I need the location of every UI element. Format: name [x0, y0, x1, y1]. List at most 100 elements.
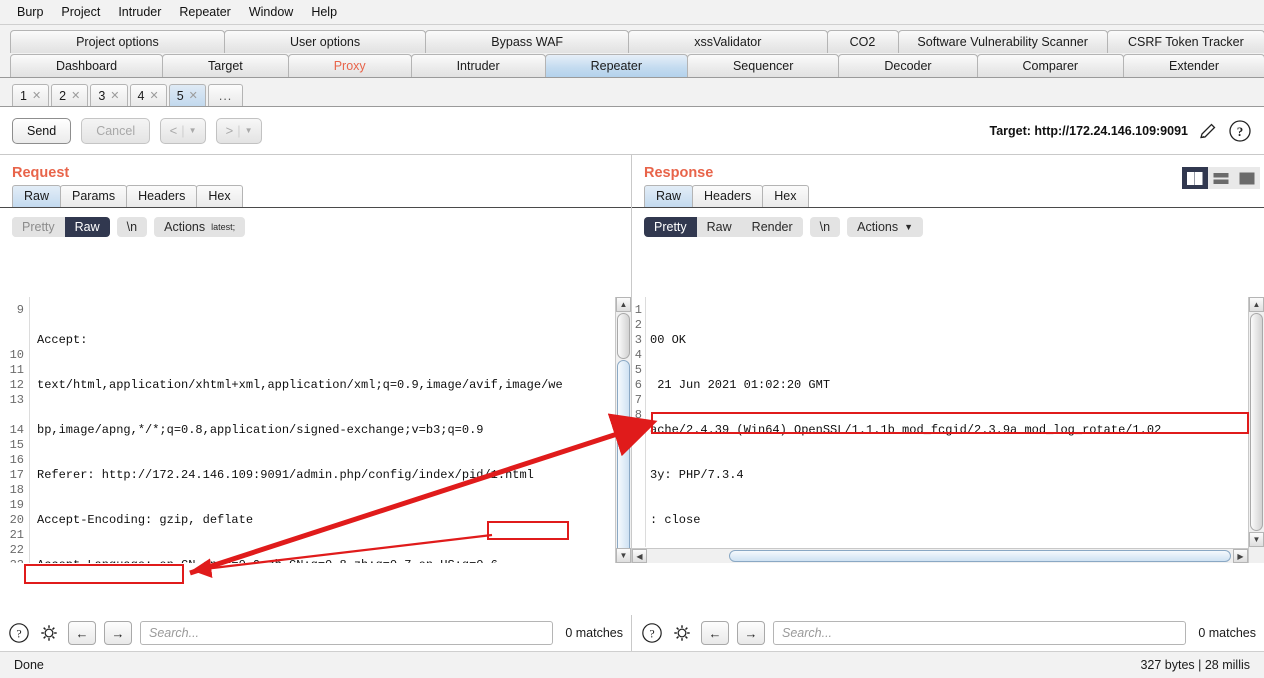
single-pane-icon[interactable]: [1234, 167, 1260, 189]
repeater-tab-3[interactable]: 3 ✕: [90, 84, 128, 106]
response-line: : close: [650, 513, 701, 527]
response-tab-hex[interactable]: Hex: [762, 185, 809, 207]
tab-xssvalidator[interactable]: xssValidator: [628, 30, 828, 53]
search-next-button[interactable]: →: [737, 621, 765, 645]
question-icon[interactable]: ?: [8, 622, 30, 644]
scroll-right-icon[interactable]: ▶: [1233, 549, 1248, 563]
tab-project-options[interactable]: Project options: [10, 30, 225, 53]
repeater-tab-2[interactable]: 2 ✕: [51, 84, 89, 106]
question-icon[interactable]: ?: [1228, 119, 1252, 143]
request-line: Referer: http://172.24.146.109:9091/admi…: [37, 468, 534, 482]
close-icon[interactable]: ✕: [32, 89, 41, 102]
arrow-left-icon: ←: [75, 625, 89, 641]
close-icon[interactable]: ✕: [149, 89, 158, 102]
request-tab-params[interactable]: Params: [60, 185, 128, 207]
tab-intruder[interactable]: Intruder: [410, 54, 546, 77]
search-prev-button[interactable]: ←: [68, 621, 96, 645]
search-prev-button[interactable]: ←: [701, 621, 729, 645]
tab-repeater[interactable]: Repeater: [544, 54, 688, 77]
response-tab-headers[interactable]: Headers: [692, 185, 764, 207]
response-actions-button[interactable]: Actions ▼: [847, 217, 924, 237]
menu-item-intruder[interactable]: Intruder: [109, 2, 170, 22]
cancel-button[interactable]: Cancel: [81, 117, 151, 144]
request-pretty-option[interactable]: Pretty: [12, 217, 65, 237]
scroll-down-icon[interactable]: ▼: [616, 548, 631, 563]
split-horizontal-icon[interactable]: [1208, 167, 1234, 189]
response-search-input[interactable]: Search...: [773, 621, 1187, 645]
repeater-tab-1[interactable]: 1 ✕: [12, 84, 50, 106]
response-vertical-scrollbar[interactable]: ▲ ▼: [1248, 297, 1264, 563]
scroll-up-icon[interactable]: ▲: [616, 297, 631, 312]
request-tab-headers[interactable]: Headers: [126, 185, 198, 207]
scroll-thumb[interactable]: [1250, 313, 1263, 531]
tab-bypass-waf[interactable]: Bypass WAF: [425, 30, 630, 53]
response-raw-option[interactable]: Raw: [696, 217, 742, 237]
request-code-area[interactable]: 9 10 11 12 13 14 15 16 17 18 19 20 21 22…: [0, 297, 615, 563]
line-number: 22: [9, 543, 24, 557]
request-newline-toggle[interactable]: \n: [116, 217, 148, 237]
request-tab-raw[interactable]: Raw: [12, 185, 62, 207]
response-line: ache/2.4.39 (Win64) OpenSSL/1.1.1b mod_f…: [650, 423, 1162, 437]
scroll-up-icon[interactable]: ▲: [1249, 297, 1264, 312]
repeater-tab-5[interactable]: 5 ✕: [168, 84, 206, 106]
scroll-thumb[interactable]: [729, 550, 1231, 562]
repeater-tab-label: 2: [59, 88, 67, 103]
line-number: 12: [9, 378, 24, 392]
back-button[interactable]: < | ▼: [160, 117, 207, 144]
menu-item-repeater[interactable]: Repeater: [170, 2, 239, 22]
question-icon[interactable]: ?: [641, 622, 663, 644]
send-button[interactable]: Send: [12, 117, 72, 144]
tab-csrf-token-tracker[interactable]: CSRF Token Tracker: [1106, 30, 1264, 53]
request-editor[interactable]: 9 10 11 12 13 14 15 16 17 18 19 20 21 22…: [0, 297, 631, 563]
tab-software-vulnerability-scanner[interactable]: Software Vulnerability Scanner: [897, 30, 1108, 53]
gear-icon[interactable]: [38, 622, 60, 644]
request-body-text[interactable]: Accept: text/html,application/xhtml+xml,…: [30, 297, 615, 563]
line-number: 17: [9, 468, 24, 482]
close-icon[interactable]: ✕: [110, 89, 119, 102]
close-icon[interactable]: ✕: [71, 89, 80, 102]
repeater-tab-overflow[interactable]: ...: [207, 84, 244, 106]
menu-item-project[interactable]: Project: [52, 2, 109, 22]
gear-icon[interactable]: [671, 622, 693, 644]
response-horizontal-scrollbar[interactable]: ◀ ▶: [632, 548, 1248, 563]
request-line: text/html,application/xhtml+xml,applicat…: [37, 378, 563, 392]
response-editor[interactable]: 1 2 3 4 5 6 7 8 9 00 OK 21 Jun 2021 01:0…: [632, 297, 1264, 563]
menu-item-help[interactable]: Help: [302, 2, 346, 22]
response-line-numbers: 1 2 3 4 5 6 7 8 9: [632, 297, 646, 547]
scroll-left-icon[interactable]: ◀: [632, 549, 647, 563]
chevron-down-icon[interactable]: ▼: [189, 126, 197, 135]
pencil-icon[interactable]: [1198, 121, 1218, 141]
forward-button[interactable]: > | ▼: [216, 117, 263, 144]
tab-proxy[interactable]: Proxy: [287, 54, 412, 77]
repeater-tab-4[interactable]: 4 ✕: [129, 84, 167, 106]
tab-extender[interactable]: Extender: [1123, 54, 1264, 77]
scroll-thumb-upper[interactable]: [617, 313, 630, 359]
tab-comparer[interactable]: Comparer: [976, 54, 1125, 77]
scroll-thumb[interactable]: [617, 360, 630, 563]
tab-user-options[interactable]: User options: [223, 30, 427, 53]
tab-co2[interactable]: CO2: [826, 30, 899, 53]
split-vertical-icon[interactable]: [1182, 167, 1208, 189]
request-raw-option[interactable]: Raw: [64, 217, 110, 237]
menu-item-burp[interactable]: Burp: [8, 2, 52, 22]
chevron-down-icon[interactable]: ▼: [245, 126, 253, 135]
search-next-button[interactable]: →: [104, 621, 132, 645]
request-search-input[interactable]: Search...: [140, 621, 554, 645]
response-newline-toggle[interactable]: \n: [809, 217, 841, 237]
response-render-option[interactable]: Render: [741, 217, 803, 237]
tab-decoder[interactable]: Decoder: [838, 54, 978, 77]
request-tab-hex[interactable]: Hex: [196, 185, 243, 207]
line-number: 6: [634, 378, 642, 392]
close-icon[interactable]: ✕: [189, 89, 198, 102]
request-actions-button[interactable]: Actions latest;: [154, 217, 246, 237]
response-pretty-option[interactable]: Pretty: [644, 217, 697, 237]
request-vertical-scrollbar[interactable]: ▲ ▼: [615, 297, 631, 563]
tab-target[interactable]: Target: [162, 54, 289, 77]
tab-sequencer[interactable]: Sequencer: [687, 54, 840, 77]
scroll-down-icon[interactable]: ▼: [1249, 532, 1264, 547]
response-tab-raw[interactable]: Raw: [644, 185, 694, 207]
menu-item-window[interactable]: Window: [240, 2, 302, 22]
tab-dashboard[interactable]: Dashboard: [10, 54, 164, 77]
response-body-text[interactable]: 00 OK 21 Jun 2021 01:02:20 GMT ache/2.4.…: [646, 297, 1248, 547]
response-code-area[interactable]: 1 2 3 4 5 6 7 8 9 00 OK 21 Jun 2021 01:0…: [632, 297, 1248, 547]
